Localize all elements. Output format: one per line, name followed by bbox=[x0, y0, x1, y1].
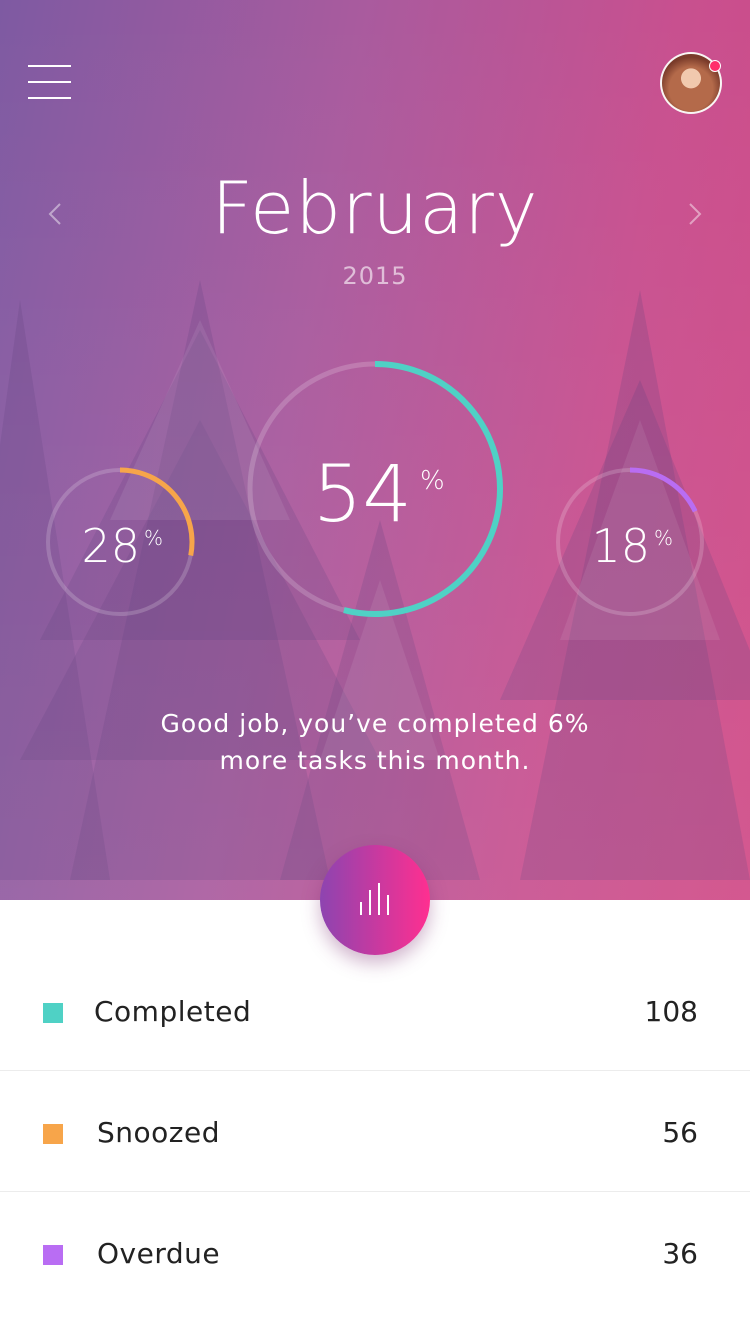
legend-count: 36 bbox=[662, 1237, 698, 1270]
snoozed-swatch bbox=[43, 1124, 63, 1144]
hero-panel: February 2015 54 % 28 % 18 % Good job, y… bbox=[0, 0, 750, 900]
stats-button[interactable] bbox=[320, 845, 430, 955]
progress-message-line2: more tasks this month. bbox=[219, 746, 531, 775]
completed-percent-value: 54 bbox=[312, 450, 412, 540]
legend-label: Snoozed bbox=[97, 1116, 220, 1149]
overdue-ring-arc bbox=[629, 467, 698, 513]
legend-row-completed[interactable]: Completed 108 bbox=[0, 950, 750, 1071]
overdue-percent-sign: % bbox=[654, 526, 674, 550]
progress-message-line1: Good job, you’ve completed 6% bbox=[160, 709, 590, 738]
bar-chart-icon bbox=[360, 883, 389, 915]
legend-label: Completed bbox=[94, 995, 252, 1028]
legend-row-snoozed[interactable]: Snoozed 56 bbox=[0, 1071, 750, 1192]
completed-swatch bbox=[43, 1003, 63, 1023]
snoozed-percent-sign: % bbox=[144, 526, 164, 550]
snoozed-percent-value: 28 bbox=[81, 519, 140, 573]
progress-message: Good job, you’ve completed 6% more tasks… bbox=[0, 705, 750, 779]
legend-label: Overdue bbox=[97, 1237, 221, 1270]
legend-count: 56 bbox=[662, 1116, 698, 1149]
legend-row-overdue[interactable]: Overdue 36 bbox=[0, 1192, 750, 1313]
overdue-swatch bbox=[43, 1245, 63, 1265]
overdue-percent-value: 18 bbox=[591, 519, 650, 573]
status-legend: Completed 108 Snoozed 56 Overdue 36 bbox=[0, 950, 750, 1313]
legend-count: 108 bbox=[644, 995, 698, 1028]
completed-percent-sign: % bbox=[420, 466, 445, 496]
